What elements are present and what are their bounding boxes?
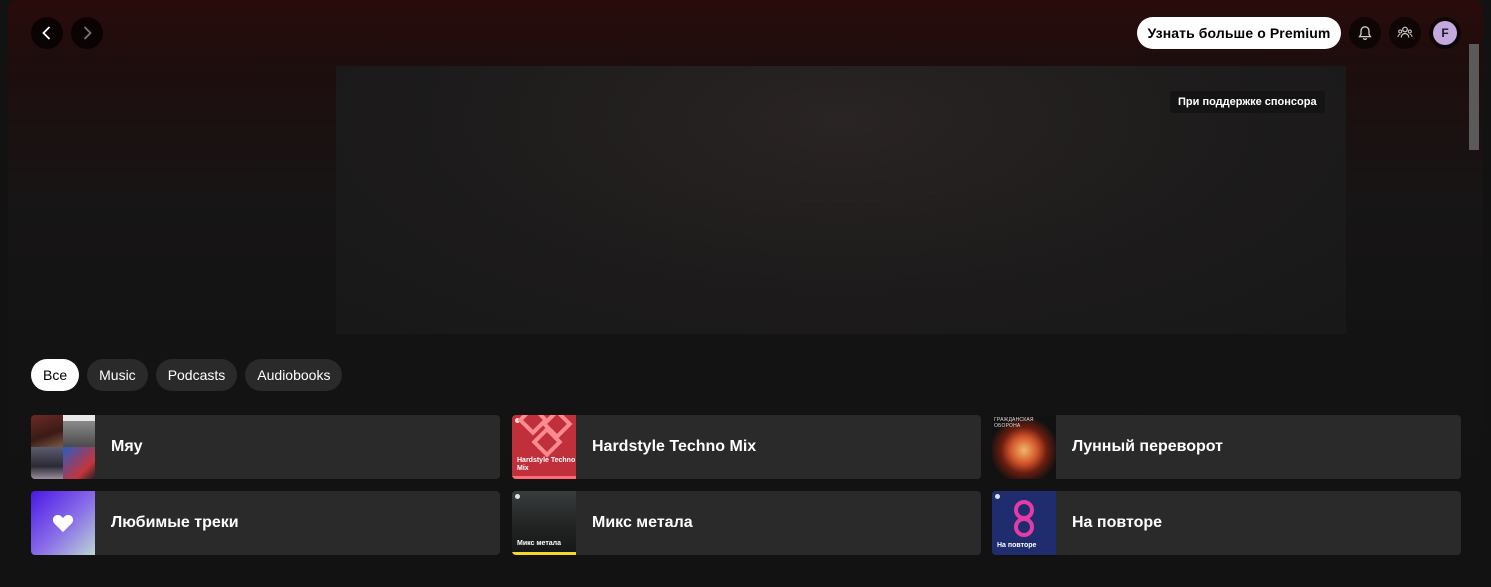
cover-text: Hardstyle Techno Mix [517,457,576,472]
repeat-loop-icon [1014,500,1034,537]
shortcut-card[interactable]: Hardstyle Techno Mix Hardstyle Techno Mi… [512,415,981,479]
explore-premium-button[interactable]: Узнать больше о Premium [1137,17,1341,49]
cover-text: На повторе [997,542,1037,549]
shortcut-card[interactable]: На повторе На повторе [992,491,1461,555]
shortcut-title: Микс метала [592,514,693,531]
avatar: F [1433,21,1457,45]
shortcut-card[interactable]: Микс метала Микс метала [512,491,981,555]
playlist-cover: Hardstyle Techno Mix [512,415,576,479]
filter-chip-audiobooks[interactable]: Audiobooks [245,359,343,391]
chevron-right-icon [83,26,92,40]
shortcut-title: Любимые треки [111,514,239,531]
shortcut-title: Hardstyle Techno Mix [592,438,757,455]
bell-icon [1358,26,1372,41]
scrollbar[interactable] [1469,44,1479,150]
filter-chip-podcasts[interactable]: Podcasts [155,359,238,391]
heart-icon [52,514,74,533]
notifications-button[interactable] [1349,17,1381,49]
playlist-cover: Микс метала [512,491,576,555]
forward-button[interactable] [71,17,103,49]
shortcut-title: Мяу [111,438,143,455]
shortcut-card[interactable]: ГРАЖДАНСКАЯ ОБОРОНА Лунный переворот [992,415,1461,479]
spotify-logo-icon [515,494,520,499]
top-bar: Узнать больше о Premium F [8,0,1483,66]
friend-activity-button[interactable] [1389,17,1421,49]
liked-songs-cover [31,491,95,555]
friends-icon [1397,26,1413,38]
playlist-cover [31,415,95,479]
shortcut-title: На повторе [1072,514,1163,531]
shortcut-card[interactable]: Любимые треки [31,491,500,555]
main-view: При поддержке спонсора Узнать больше о P… [8,0,1483,587]
cover-text: Микс метала [517,540,562,547]
playlist-cover: На повторе [992,491,1056,555]
shortcut-card[interactable]: Мяу [31,415,500,479]
back-button[interactable] [31,17,63,49]
cover-text: ГРАЖДАНСКАЯ ОБОРОНА [994,417,1034,429]
spotify-logo-icon [995,494,1000,499]
album-cover: ГРАЖДАНСКАЯ ОБОРОНА [992,415,1056,479]
filter-chip-all[interactable]: Все [31,359,80,391]
chevron-left-icon [42,26,51,40]
filter-chips: Все Music Podcasts Audiobooks [31,359,343,391]
sponsor-badge: При поддержке спонсора [1170,91,1325,113]
user-menu-button[interactable]: F [1429,17,1461,49]
filter-chip-music[interactable]: Music [87,359,148,391]
shortcut-title: Лунный переворот [1072,438,1224,455]
